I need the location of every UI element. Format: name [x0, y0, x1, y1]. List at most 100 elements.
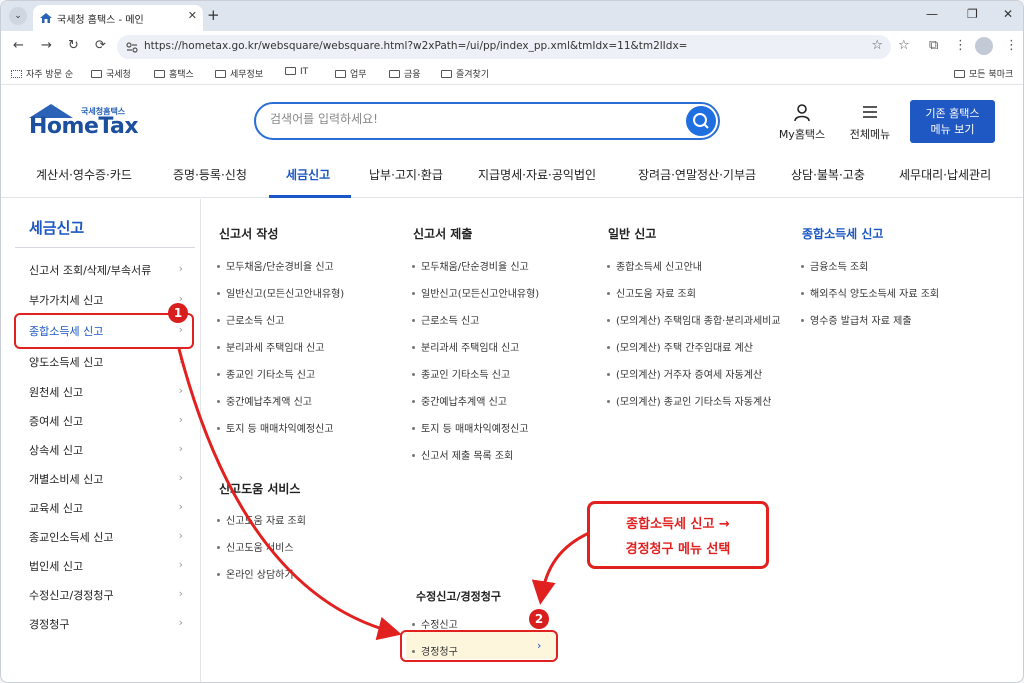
menu-item[interactable]: 해외주식 양도소득세 자료 조회 — [801, 285, 939, 300]
menu-item[interactable]: 분리과세 주택임대 신고 — [412, 339, 519, 354]
sidebar-item[interactable]: 수정신고/경정청구 › — [29, 587, 189, 607]
sidebar-item[interactable]: 종교인소득세 신고 › — [29, 529, 189, 549]
sidebar-item[interactable]: 상속세 신고 › — [29, 442, 189, 462]
bookmark-item[interactable]: 국세청 — [91, 67, 131, 80]
menu-item-label: 모두채움/단순경비율 신고 — [421, 262, 529, 273]
bookmark-item[interactable]: 업무 — [335, 67, 367, 80]
menu-item-label: 근로소득 신고 — [421, 316, 480, 327]
sidebar-item[interactable]: 개별소비세 신고 › — [29, 471, 189, 491]
tab-close-icon[interactable]: ✕ — [188, 9, 197, 22]
bullet — [412, 427, 415, 430]
menu-item-label: 영수증 발급처 자료 제출 — [810, 316, 912, 327]
menu-item-label: (모의계산) 거주자 증여세 자동계산 — [616, 370, 763, 381]
forward-icon[interactable]: → — [41, 38, 52, 53]
old-hometax-button[interactable]: 기존 홈택스 메뉴 보기 — [910, 100, 995, 143]
bullet — [217, 373, 220, 376]
bookmark-item[interactable]: 홈택스 — [154, 67, 194, 80]
menu-item[interactable]: 종교인 기타소득 신고 — [217, 366, 315, 381]
menu-item[interactable]: 모두채움/단순경비율 신고 — [412, 258, 529, 273]
extensions-icon[interactable]: ⧉ — [929, 38, 938, 53]
menu-item[interactable]: (모의계산) 거주자 증여세 자동계산 — [607, 366, 762, 381]
menu-item[interactable]: 신고도움 자료 조회 — [217, 512, 306, 527]
search-button[interactable] — [686, 106, 716, 136]
menu-item[interactable]: 모두채움/단순경비율 신고 — [217, 258, 334, 273]
sidebar-title: 세금신고 — [29, 219, 85, 237]
bookmark-item[interactable]: 세무정보 — [215, 67, 263, 80]
menu-icon[interactable]: ⋮ — [1005, 38, 1018, 53]
step-badge-2: 2 — [529, 609, 549, 629]
all-menu-button[interactable]: 전체메뉴 — [842, 102, 898, 142]
my-hometax-button[interactable]: My홈택스 — [774, 102, 830, 142]
sidebar-item[interactable]: 신고서 조회/삭제/부속서류 › — [29, 262, 189, 282]
sidebar-item[interactable]: 교육세 신고 › — [29, 500, 189, 520]
bookmarks-icon[interactable]: ☆ — [898, 38, 910, 53]
home-icon[interactable]: ⟳ — [95, 38, 106, 53]
menu-item[interactable]: 분리과세 주택임대 신고 — [217, 339, 324, 354]
close-window-icon[interactable]: ✕ — [1003, 7, 1013, 21]
nav-item-tax-filing[interactable]: 세금신고 — [286, 166, 330, 183]
menu-item-label: 온라인 상담하기 — [226, 570, 294, 581]
bookmark-item[interactable]: 금융 — [389, 67, 421, 80]
menu-item[interactable]: (모의계산) 주택임대 종합·분리과세비교 — [607, 312, 781, 327]
sidebar-item[interactable]: 양도소득세 신고 › — [29, 354, 189, 374]
nav-item[interactable]: 지급명세·자료·공익법인 — [478, 166, 596, 183]
menu-item[interactable]: 수정신고 — [412, 616, 458, 631]
menu-item[interactable]: (모의계산) 주택 간주임대료 계산 — [607, 339, 753, 354]
menu-item[interactable]: 종합소득세 신고안내 — [607, 258, 702, 273]
bookmark-label: 모든 북마크 — [969, 70, 1014, 80]
sidebar-item[interactable]: 경정청구 › — [29, 616, 189, 636]
menu-item[interactable]: 온라인 상담하기 — [217, 566, 294, 581]
tab-search-icon[interactable]: ⌄ — [9, 7, 27, 25]
bookmark-item[interactable]: 즐겨찾기 — [441, 67, 489, 80]
menu-item[interactable]: 신고도움 서비스 — [217, 539, 294, 554]
address-bar[interactable]: https://hometax.go.kr/websquare/websquar… — [117, 35, 891, 59]
site-info-icon[interactable] — [125, 40, 139, 54]
nav-item[interactable]: 납부·고지·환급 — [369, 166, 443, 183]
nav-item[interactable]: 상담·불복·고충 — [791, 166, 865, 183]
user-icon — [794, 104, 810, 122]
all-bookmarks[interactable]: 모든 북마크 — [954, 67, 1013, 80]
menu-item[interactable]: 일반신고(모든신고안내유형) — [217, 285, 344, 300]
minimize-icon[interactable]: — — [926, 7, 938, 21]
menu-item[interactable]: (모의계산) 종교인 기타소득 자동계산 — [607, 393, 771, 408]
bookmark-item[interactable]: IT — [285, 67, 308, 77]
menu-item-label: 분리과세 주택임대 신고 — [226, 343, 325, 354]
menu-item[interactable]: 중간예납추계액 신고 — [412, 393, 507, 408]
active-tab[interactable]: 국세청 홈택스 - 메인 ✕ — [33, 5, 203, 31]
menu-item[interactable]: 근로소득 신고 — [217, 312, 284, 327]
sidebar-item[interactable]: 부가가치세 신고 › — [29, 292, 189, 312]
bookmark-item[interactable]: 자주 방문 순 — [11, 67, 73, 80]
more-icon[interactable]: ⋮ — [954, 38, 967, 53]
menu-item[interactable]: 신고서 제출 목록 조회 — [412, 447, 513, 462]
nav-item[interactable]: 장려금·연말정산·기부금 — [638, 166, 756, 183]
sidebar-item-label: 원천세 신고 — [29, 386, 84, 399]
nav-item[interactable]: 증명·등록·신청 — [173, 166, 247, 183]
menu-item[interactable]: 토지 등 매매차익예정신고 — [412, 420, 529, 435]
nav-item[interactable]: 세무대리·납세관리 — [899, 166, 991, 183]
sidebar-item[interactable]: 원천세 신고 › — [29, 384, 189, 404]
menu-item[interactable]: 일반신고(모든신고안내유형) — [412, 285, 539, 300]
column-title: 종합소득세 신고 — [802, 227, 884, 241]
menu-item[interactable]: 토지 등 매매차익예정신고 — [217, 420, 334, 435]
menu-item-label: 종교인 기타소득 신고 — [226, 370, 316, 381]
bookmark-star-icon[interactable]: ☆ — [871, 38, 883, 53]
search-input[interactable] — [270, 112, 670, 126]
menu-item[interactable]: 금융소득 조회 — [801, 258, 868, 273]
bullet — [607, 400, 610, 403]
sidebar-item[interactable]: 법인세 신고 › — [29, 558, 189, 578]
sidebar-item[interactable]: 증여세 신고 › — [29, 413, 189, 433]
reload-icon[interactable]: ↻ — [68, 38, 79, 53]
bullet — [217, 546, 220, 549]
new-tab-icon[interactable]: + — [207, 6, 220, 24]
menu-item[interactable]: 종교인 기타소득 신고 — [412, 366, 510, 381]
menu-item[interactable]: 영수증 발급처 자료 제출 — [801, 312, 912, 327]
nav-item[interactable]: 계산서·영수증·카드 — [36, 166, 132, 183]
menu-item[interactable]: 신고도움 자료 조회 — [607, 285, 696, 300]
bullet — [217, 292, 220, 295]
back-icon[interactable]: ← — [13, 38, 24, 53]
menu-item[interactable]: 근로소득 신고 — [412, 312, 479, 327]
maximize-icon[interactable]: ❐ — [967, 7, 978, 21]
bullet — [412, 454, 415, 457]
profile-avatar[interactable] — [975, 37, 993, 55]
menu-item[interactable]: 중간예납추계액 신고 — [217, 393, 312, 408]
